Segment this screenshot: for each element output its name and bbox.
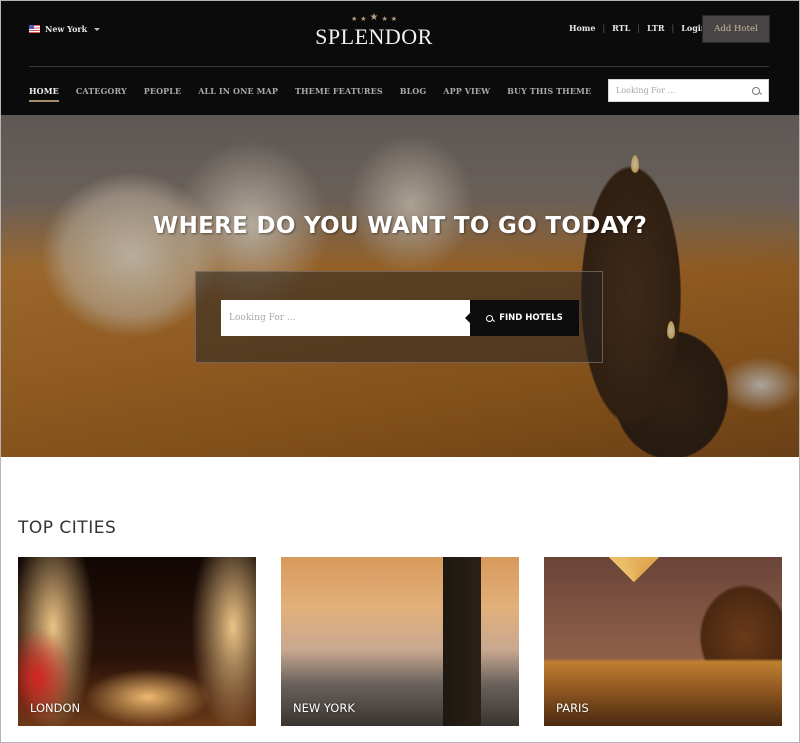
nav-item-home[interactable]: HOME <box>29 86 59 102</box>
nav-item-theme-features[interactable]: THEME FEATURES <box>295 86 383 96</box>
site-header: New York ★ ★ ★ ★ ★ SPLENDOR Home | RTL |… <box>1 1 799 115</box>
city-card-new-york[interactable]: NEW YORK <box>281 557 519 726</box>
hero-search-panel: FIND HOTELS <box>195 271 603 363</box>
city-name: LONDON <box>30 701 81 715</box>
search-icon[interactable] <box>752 86 760 95</box>
nav-item-buy-this-theme[interactable]: BUY THIS THEME <box>507 86 591 96</box>
hero-title: WHERE DO YOU WANT TO GO TODAY? <box>152 213 648 239</box>
star-icon: ★ <box>360 15 367 23</box>
city-selector-label: New York <box>45 24 88 34</box>
star-icon: ★ <box>390 15 398 23</box>
us-flag-icon <box>29 25 40 33</box>
city-name: NEW YORK <box>293 701 355 715</box>
chevron-down-icon <box>94 28 101 31</box>
top-link-home[interactable]: Home <box>569 23 595 33</box>
nav-search <box>608 79 769 102</box>
top-link-rtl[interactable]: RTL <box>612 23 630 33</box>
nav-search-input[interactable] <box>609 86 744 95</box>
hero-search-input[interactable] <box>221 300 470 336</box>
find-hotels-button[interactable]: FIND HOTELS <box>465 300 579 336</box>
section-title-top-cities: TOP CITIES <box>18 518 117 538</box>
add-hotel-button[interactable]: Add Hotel <box>703 16 769 42</box>
city-selector[interactable]: New York <box>29 24 101 34</box>
nav-item-people[interactable]: PEOPLE <box>144 86 181 96</box>
city-card-paris[interactable]: PARIS <box>544 557 782 726</box>
city-name: PARIS <box>556 701 589 715</box>
main-nav: HOME CATEGORY PEOPLE ALL IN ONE MAP THEM… <box>29 86 608 102</box>
divider: | <box>671 23 675 33</box>
divider: | <box>602 23 606 33</box>
hero-banner: WHERE DO YOU WANT TO GO TODAY? FIND HOTE… <box>1 115 799 457</box>
nav-item-app-view[interactable]: APP VIEW <box>443 86 490 96</box>
find-hotels-label: FIND HOTELS <box>499 313 563 323</box>
logo-stars: ★ ★ ★ ★ ★ <box>301 11 447 23</box>
search-icon <box>486 314 494 322</box>
nav-item-category[interactable]: CATEGORY <box>76 86 127 96</box>
star-icon: ★ <box>350 15 358 23</box>
top-link-ltr[interactable]: LTR <box>647 23 665 33</box>
city-card-london[interactable]: LONDON <box>18 557 256 726</box>
top-links: Home | RTL | LTR | Login <box>569 23 707 33</box>
header-divider <box>29 66 769 67</box>
top-cities-list: LONDON NEW YORK PARIS <box>18 557 782 726</box>
star-icon: ★ <box>381 15 388 23</box>
divider: | <box>637 23 640 33</box>
nav-item-blog[interactable]: BLOG <box>400 86 427 96</box>
site-logo[interactable]: ★ ★ ★ ★ ★ SPLENDOR <box>301 11 447 50</box>
nav-item-all-in-one-map[interactable]: ALL IN ONE MAP <box>198 86 278 96</box>
logo-text: SPLENDOR <box>315 24 433 49</box>
star-icon: ★ <box>369 12 379 23</box>
